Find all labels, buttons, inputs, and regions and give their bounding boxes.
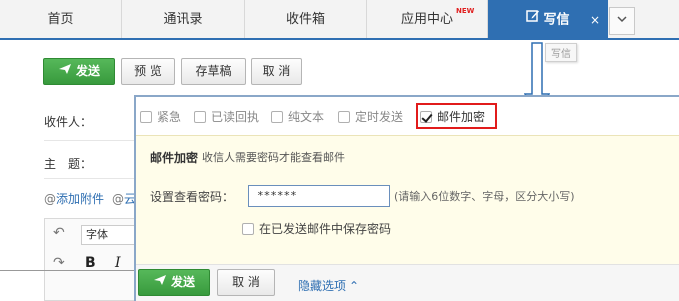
option-plain-text-label: 纯文本 [288, 110, 325, 124]
preview-button[interactable]: 预 览 [121, 58, 175, 85]
tab-compose-label: 写信 [543, 12, 570, 28]
tab-compose[interactable]: 写信 × [488, 0, 608, 40]
send-button-bottom-label: 发送 [170, 275, 195, 289]
send-button-label: 发送 [75, 64, 100, 78]
option-read-receipt-label: 已读回执 [211, 110, 260, 124]
top-tab-bar: 首页 通讯录 收件箱 应用中心 NEW 写信 × [0, 0, 679, 40]
option-urgent[interactable]: 紧急 [140, 108, 181, 125]
chevron-up-icon: ⌃ [349, 279, 360, 293]
send-button-bottom[interactable]: 发送 [138, 269, 210, 296]
checkbox[interactable] [242, 223, 254, 235]
highlight-box [416, 103, 497, 129]
save-draft-button[interactable]: 存草稿 [181, 58, 246, 85]
option-urgent-label: 紧急 [157, 110, 182, 124]
paperclip-icon: @ [112, 192, 124, 206]
save-password-option[interactable]: 在已发送邮件中保存密码 [242, 220, 391, 237]
tab-inbox[interactable]: 收件箱 [245, 0, 367, 38]
tab-inbox-label: 收件箱 [285, 12, 325, 27]
cancel-button-bottom[interactable]: 取 消 [217, 269, 275, 296]
italic-button[interactable]: I [115, 255, 121, 271]
encryption-settings: 邮件加密 收信人需要密码才能查看邮件 设置查看密码： ****** (请输入6位… [136, 135, 679, 264]
recipient-label: 收件人： [44, 115, 93, 129]
bold-button[interactable]: B [85, 255, 96, 271]
option-read-receipt[interactable]: 已读回执 [194, 108, 259, 125]
hide-options-link[interactable]: 隐藏选项 ⌃ [298, 277, 359, 294]
cancel-button[interactable]: 取 消 [251, 58, 302, 85]
tab-app-center-label: 应用中心 [400, 12, 453, 27]
divider [44, 140, 134, 141]
checkbox[interactable] [271, 111, 283, 123]
mail-options-panel: 紧急 已读回执 纯文本 定时发送 邮件加密 邮件加密 收信人需要密码才能查看邮件… [134, 95, 679, 301]
option-scheduled-send-label: 定时发送 [355, 110, 404, 124]
tab-contacts[interactable]: 通讯录 [122, 0, 245, 38]
hide-options-label: 隐藏选项 [298, 279, 347, 293]
panel-bottom-bar: 发送 取 消 隐藏选项 ⌃ [136, 264, 679, 301]
tab-contacts-label: 通讯录 [163, 12, 203, 27]
password-input[interactable]: ****** [248, 185, 390, 207]
password-label: 设置查看密码： [150, 190, 235, 204]
checkbox[interactable] [140, 111, 152, 123]
password-hint: (请输入6位数字、字母，区分大小写) [394, 190, 575, 203]
divider [0, 270, 140, 271]
new-badge: NEW [456, 7, 475, 15]
tab-home-label: 首页 [47, 12, 74, 27]
rich-text-editor[interactable]: ↶ 字体 ↷ B I [44, 218, 145, 301]
mail-compose-page: { "tabs": [ {"label": "首页"}, {"label": "… [0, 0, 679, 301]
paper-plane-icon [153, 270, 167, 295]
paper-plane-icon [58, 59, 72, 84]
tab-app-center[interactable]: 应用中心 NEW [367, 0, 488, 38]
encryption-description: 收信人需要密码才能查看邮件 [202, 151, 345, 164]
edit-icon [526, 0, 540, 40]
mail-options-row: 紧急 已读回执 纯文本 定时发送 邮件加密 [136, 97, 679, 135]
divider [44, 178, 134, 179]
tab-more-dropdown[interactable] [609, 7, 635, 35]
redo-icon[interactable]: ↷ [53, 255, 65, 271]
checkbox[interactable] [194, 111, 206, 123]
paperclip-icon: @ [44, 192, 56, 206]
subject-label: 主 题： [44, 157, 93, 171]
chevron-down-icon [617, 15, 627, 26]
undo-icon[interactable]: ↶ [53, 225, 65, 241]
encryption-title: 邮件加密 [150, 151, 199, 165]
option-plain-text[interactable]: 纯文本 [271, 108, 324, 125]
add-attachment-label: 添加附件 [56, 192, 105, 206]
close-tab-icon[interactable]: × [590, 0, 600, 40]
add-attachment-link[interactable]: @添加附件 [44, 190, 104, 207]
save-password-label: 在已发送邮件中保存密码 [259, 222, 392, 236]
send-button[interactable]: 发送 [43, 58, 115, 85]
option-scheduled-send[interactable]: 定时发送 [338, 108, 403, 125]
tab-home[interactable]: 首页 [0, 0, 122, 38]
cloud-attachment-link[interactable]: @云 [112, 190, 136, 207]
checkbox[interactable] [338, 111, 350, 123]
